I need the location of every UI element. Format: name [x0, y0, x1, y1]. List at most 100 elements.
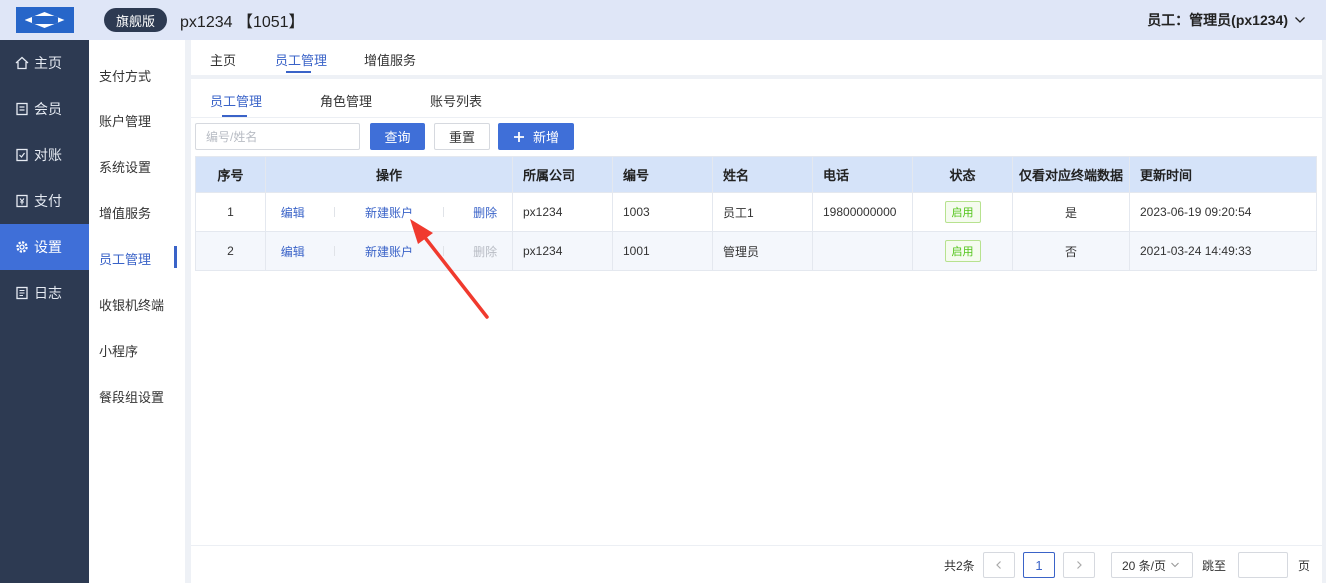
col-header-status: 状态 [912, 156, 1013, 193]
subnav-item-mini-program[interactable]: 小程序 [99, 341, 138, 360]
tab-staff-management[interactable]: 员工管理 [275, 50, 327, 69]
col-header-actions: 操作 [265, 156, 513, 193]
chevron-left-icon [996, 561, 1001, 569]
col-header-index: 序号 [195, 156, 266, 193]
cell-updated: 2021-03-24 14:49:33 [1129, 231, 1317, 271]
nav-item-pay[interactable]: 支付 [0, 178, 89, 224]
col-header-updated: 更新时间 [1129, 156, 1317, 193]
add-button-label: 新增 [532, 130, 559, 145]
col-header-name: 姓名 [712, 156, 813, 193]
cell-actions: 编辑 新建账户 删除 [265, 231, 513, 271]
divider [442, 246, 444, 256]
nav-item-settings[interactable]: 设置 [0, 224, 89, 270]
subnav-item-accounts[interactable]: 账户管理 [99, 111, 151, 130]
edit-link[interactable]: 编辑 [281, 204, 305, 221]
cell-name: 管理员 [712, 231, 813, 271]
col-header-code: 编号 [612, 156, 713, 193]
shop-title: px1234 【1051】 [180, 14, 305, 31]
jump-page-input[interactable] [1238, 552, 1288, 578]
page-size-value: 20 条/页 [1122, 558, 1167, 573]
col-header-phone: 电话 [812, 156, 913, 193]
nav-item-label: 支付 [34, 193, 62, 209]
table-header-row: 序号 操作 所属公司 编号 姓名 电话 状态 仅看对应终端数据 更新时间 [195, 156, 1317, 193]
gear-icon [14, 240, 29, 255]
nav-item-label: 主页 [34, 55, 62, 71]
col-header-company: 所属公司 [512, 156, 613, 193]
subnav-item-system[interactable]: 系统设置 [99, 157, 151, 176]
reset-button[interactable]: 重置 [434, 123, 490, 150]
divider [442, 207, 444, 217]
cell-name: 员工1 [712, 192, 813, 232]
jump-label: 跳至 [1202, 558, 1227, 573]
delete-link-disabled: 删除 [473, 244, 498, 259]
cell-status: 启用 [912, 192, 1013, 232]
reconcile-icon [14, 148, 29, 163]
divider [334, 207, 336, 217]
tab-home[interactable]: 主页 [210, 50, 236, 69]
nav-item-member[interactable]: 会员 [0, 86, 89, 132]
chevron-right-icon [1077, 561, 1082, 569]
logo [0, 0, 89, 40]
new-account-link[interactable]: 新建账户 [365, 243, 413, 260]
divider [191, 545, 1322, 546]
nav-item-label: 会员 [34, 101, 62, 117]
cell-own-terminal: 否 [1012, 231, 1130, 271]
status-badge: 启用 [944, 240, 981, 262]
user-menu[interactable]: 员工：管理员(px1234) [1147, 0, 1306, 40]
user-name: 员工：管理员(px1234) [1147, 12, 1288, 28]
plus-icon [513, 131, 524, 142]
subnav-active-indicator [174, 246, 177, 268]
page-unit-label: 页 [1298, 558, 1311, 573]
cell-own-terminal: 是 [1012, 192, 1130, 232]
cell-index: 1 [195, 192, 266, 232]
chevron-down-icon [1171, 562, 1179, 568]
top-bar: 旗舰版 px1234 【1051】 员工：管理员(px1234) [89, 0, 1326, 40]
subnav-item-pos-terminal[interactable]: 收银机终端 [99, 295, 164, 314]
inner-tab-roles[interactable]: 角色管理 [320, 91, 372, 110]
home-icon [14, 56, 29, 71]
divider [334, 246, 336, 256]
logo-mark [15, 7, 74, 33]
prev-page-button[interactable] [983, 552, 1015, 578]
nav-item-log[interactable]: 日志 [0, 270, 89, 316]
inner-tab-account-list[interactable]: 账号列表 [430, 91, 482, 110]
tab-value-added[interactable]: 增值服务 [364, 50, 416, 69]
subnav-item-staff[interactable]: 员工管理 [99, 249, 151, 268]
member-icon [14, 102, 29, 117]
add-button[interactable]: 新增 [498, 123, 574, 150]
cell-code: 1001 [612, 231, 713, 271]
query-button[interactable]: 查询 [370, 123, 425, 150]
settings-subnav: 支付方式 账户管理 系统设置 增值服务 员工管理 收银机终端 小程序 餐段组设置 [89, 40, 185, 583]
subnav-item-value-added[interactable]: 增值服务 [99, 203, 151, 222]
page-number-button[interactable]: 1 [1023, 552, 1055, 578]
search-input[interactable] [195, 123, 360, 150]
nav-item-home[interactable]: 主页 [0, 40, 89, 86]
new-account-link[interactable]: 新建账户 [365, 204, 413, 221]
cell-status: 启用 [912, 231, 1013, 271]
pay-icon [14, 194, 29, 209]
inner-tab-staff[interactable]: 员工管理 [210, 91, 262, 110]
cell-updated: 2023-06-19 09:20:54 [1129, 192, 1317, 232]
next-page-button[interactable] [1063, 552, 1095, 578]
divider [191, 117, 1322, 118]
delete-link[interactable]: 删除 [473, 204, 497, 221]
cell-phone: 19800000000 [812, 192, 913, 232]
edition-badge: 旗舰版 [104, 8, 168, 32]
status-badge: 启用 [944, 201, 981, 223]
log-icon [14, 286, 29, 301]
cell-actions: 编辑 新建账户 删除 [265, 192, 513, 232]
col-header-own-terminal: 仅看对应终端数据 [1012, 156, 1130, 193]
chevron-down-icon [1295, 17, 1305, 23]
edit-link[interactable]: 编辑 [281, 243, 305, 260]
cell-company: px1234 [512, 231, 613, 271]
nav-item-reconcile[interactable]: 对账 [0, 132, 89, 178]
main-panel: 员工管理 角色管理 账号列表 查询 重置 新增 序号 操作 所属公司 编号 姓名… [191, 79, 1322, 583]
subnav-item-meal-groups[interactable]: 餐段组设置 [99, 387, 164, 406]
cell-index: 2 [195, 231, 266, 271]
pagination-total: 共2条 [944, 558, 975, 573]
nav-item-label: 设置 [34, 239, 62, 255]
cell-company: px1234 [512, 192, 613, 232]
page-size-select[interactable]: 20 条/页 [1111, 552, 1193, 578]
subnav-item-payment-methods[interactable]: 支付方式 [99, 66, 151, 85]
page-tabs: 主页 员工管理 增值服务 [191, 40, 1322, 75]
